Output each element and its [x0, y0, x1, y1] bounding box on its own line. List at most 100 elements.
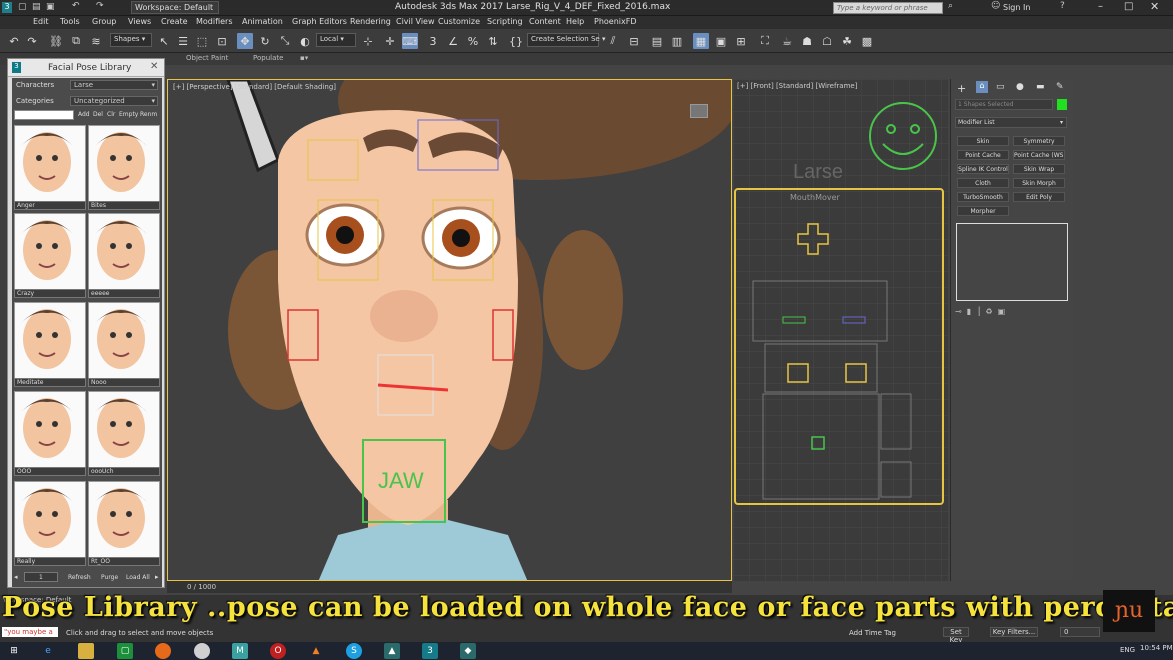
empty-pose-button[interactable]: Empty — [119, 111, 138, 118]
reference-coord-dropdown[interactable]: Local ▾ — [316, 33, 356, 47]
pose-next-arrow[interactable]: ▸ — [155, 573, 159, 581]
layer-explorer-icon[interactable]: ▥ — [669, 33, 685, 49]
clear-pose-button[interactable]: Clr — [107, 111, 115, 118]
rendered-frame-icon[interactable]: ☗ — [799, 33, 815, 49]
place-icon[interactable]: ◐ — [297, 33, 313, 49]
modifier-point-cache-button[interactable]: Point Cache — [957, 150, 1009, 160]
selection-name-field[interactable]: 1 Shapes Selected — [955, 99, 1053, 110]
menu-animation[interactable]: Animation — [242, 17, 283, 26]
menu-scripting[interactable]: Scripting — [487, 17, 523, 26]
perspective-viewport-label[interactable]: [+] [Perspective] [Standard] [Default Sh… — [173, 83, 336, 91]
display-tab-icon[interactable]: ▬ — [1036, 82, 1045, 92]
named-selection-dropdown[interactable]: Create Selection Se ▾ — [527, 33, 605, 47]
refresh-button[interactable]: Refresh — [68, 574, 91, 581]
maximize-button[interactable]: □ — [1124, 1, 1133, 12]
menu-phoenixfd[interactable]: PhoenixFD — [594, 17, 637, 26]
delete-pose-button[interactable]: Del — [93, 111, 103, 118]
edit-named-selections-icon[interactable]: {} — [508, 33, 524, 49]
app2-icon[interactable]: ◆ — [460, 643, 476, 659]
quick-access-open-icon[interactable]: ▢ — [18, 2, 27, 12]
menu-civil-view[interactable]: Civil View — [396, 17, 435, 26]
key-filters-button[interactable]: Key Filters... — [990, 627, 1038, 637]
rename-pose-button[interactable]: Renm — [140, 111, 157, 118]
create-tab-icon[interactable]: + — [957, 82, 966, 95]
characters-dropdown[interactable]: Larse ▾ — [70, 80, 158, 90]
modifier-cloth-button[interactable]: Cloth — [957, 178, 1009, 188]
align-icon[interactable]: ⊟ — [626, 33, 642, 49]
pivot-center-icon[interactable]: ⊹ — [360, 33, 376, 49]
render-online-icon[interactable]: ▩ — [859, 33, 875, 49]
windows-start-icon[interactable]: ⊞ — [6, 643, 22, 659]
quick-access-save-icon[interactable]: ▤ — [32, 2, 41, 12]
app-icon[interactable]: ▲ — [384, 643, 400, 659]
workspace-dropdown[interactable]: Workspace: Default — [131, 1, 219, 14]
scene-explorer-icon[interactable]: ▤ — [649, 33, 665, 49]
modifier-symmetry-button[interactable]: Symmetry — [1013, 136, 1065, 146]
categories-dropdown[interactable]: Uncategorized ▾ — [70, 96, 158, 106]
bind-space-warp-icon[interactable]: ≋ — [88, 33, 104, 49]
skype-icon[interactable]: S — [346, 643, 362, 659]
minimize-button[interactable]: – — [1098, 1, 1103, 12]
modifier-turbosmooth-button[interactable]: TurboSmooth — [957, 192, 1009, 202]
set-key-button[interactable]: Set Key — [943, 627, 969, 644]
opera-icon[interactable]: O — [270, 643, 286, 659]
sign-in-link[interactable]: Sign In — [1003, 3, 1030, 12]
render-setup-icon[interactable]: ☕ — [779, 33, 795, 49]
modifier-skin-morph-button[interactable]: Skin Morph — [1013, 178, 1065, 188]
viewcube-icon[interactable] — [690, 104, 708, 118]
menu-help[interactable]: Help — [566, 17, 584, 26]
app-logo[interactable]: 3 — [2, 2, 12, 13]
mirror-icon[interactable]: ⫽ — [605, 33, 621, 49]
render-iterative-icon[interactable]: ☘ — [839, 33, 855, 49]
select-manipulate-icon[interactable]: ✛ — [382, 33, 398, 49]
modifier-point-cache-wsm-button[interactable]: Point Cache (WSM) — [1013, 150, 1065, 160]
selection-filter-dropdown[interactable]: Shapes ▾ — [110, 33, 152, 47]
menu-content[interactable]: Content — [529, 17, 561, 26]
search-input[interactable]: Type a keyword or phrase — [833, 2, 943, 14]
percent-snap-icon[interactable]: % — [465, 33, 481, 49]
angle-snap-icon[interactable]: ∠ — [445, 33, 461, 49]
chrome-icon[interactable] — [194, 643, 210, 659]
menu-group[interactable]: Group — [92, 17, 116, 26]
schematic-view-icon[interactable]: ⊞ — [733, 33, 749, 49]
search-icon[interactable]: ⌕ — [948, 1, 953, 11]
spinner-snap-icon[interactable]: ⇅ — [485, 33, 501, 49]
help-icon[interactable]: ? — [1060, 1, 1065, 11]
unlink-icon[interactable]: ⧉ — [68, 33, 84, 49]
menu-modifiers[interactable]: Modifiers — [196, 17, 233, 26]
redo-icon[interactable]: ↷ — [24, 33, 40, 49]
pose-name-input[interactable] — [14, 110, 74, 120]
percent-down-arrow[interactable]: ◂ — [14, 573, 18, 581]
keyboard-shortcut-override-icon[interactable]: ⌨ — [402, 33, 418, 49]
select-and-scale-icon[interactable]: ⤡ — [277, 33, 293, 49]
select-and-rotate-icon[interactable]: ↻ — [257, 33, 273, 49]
object-color-swatch[interactable] — [1057, 99, 1067, 110]
maxscript-listener-input[interactable]: "you maybe a — [2, 627, 58, 637]
user-icon[interactable]: ☺ — [991, 1, 1000, 11]
file-explorer-icon[interactable] — [78, 643, 94, 659]
menu-edit[interactable]: Edit — [33, 17, 49, 26]
modifier-skin-wrap-button[interactable]: Skin Wrap — [1013, 164, 1065, 174]
select-object-icon[interactable]: ↖ — [156, 33, 172, 49]
quick-access-new-icon[interactable]: ▣ — [46, 2, 55, 12]
add-pose-button[interactable]: Add — [78, 111, 90, 118]
menu-customize[interactable]: Customize — [438, 17, 480, 26]
motion-tab-icon[interactable]: ● — [1016, 82, 1024, 92]
perspective-viewport[interactable]: [+] [Perspective] [Standard] [Default Sh… — [167, 79, 732, 581]
3dsmax-taskbar-icon[interactable]: 3 — [422, 643, 438, 659]
quick-access-redo-icon[interactable]: ↷ — [96, 1, 104, 11]
firefox-icon[interactable] — [155, 643, 171, 659]
ribbon-options-icon[interactable]: ▪▾ — [300, 54, 308, 62]
percent-input[interactable]: 1 — [24, 572, 58, 582]
pose-library-header[interactable]: 3 Facial Pose Library ✕ — [8, 59, 164, 77]
modifier-stack-list[interactable] — [956, 223, 1068, 301]
ribbon-object-paint-tab[interactable]: Object Paint — [186, 54, 228, 62]
modifier-list-dropdown[interactable]: Modifier List ▾ — [955, 117, 1067, 128]
vlc-icon[interactable]: ▲ — [308, 643, 324, 659]
render-production-icon[interactable]: ☖ — [819, 33, 835, 49]
menu-tools[interactable]: Tools — [60, 17, 80, 26]
language-indicator[interactable]: ENG — [1120, 646, 1135, 654]
purge-button[interactable]: Purge — [101, 574, 118, 581]
window-crossing-icon[interactable]: ⊡ — [214, 33, 230, 49]
quick-access-undo-icon[interactable]: ↶ — [72, 1, 80, 11]
